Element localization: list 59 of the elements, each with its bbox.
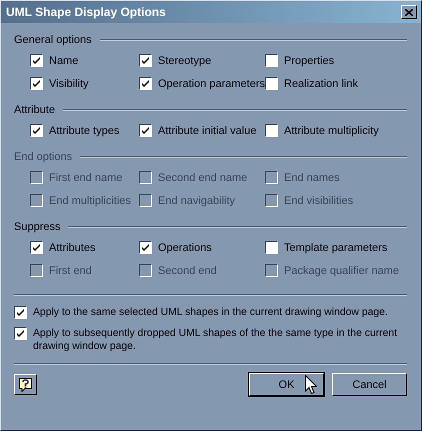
checkbox[interactable] — [139, 77, 152, 90]
checkbox[interactable] — [265, 54, 278, 67]
check-icon — [142, 80, 149, 87]
checkbox-label: Second end name — [158, 172, 248, 184]
section-title: Suppress — [14, 221, 60, 233]
check-icon — [142, 127, 149, 134]
checkbox[interactable] — [14, 306, 27, 319]
checkbox-label: Visibility — [49, 78, 89, 90]
checkbox-label: End navigability — [158, 194, 236, 206]
checkbox-label: End visibilities — [284, 194, 354, 206]
checkbox-label: Attribute initial value — [158, 124, 256, 136]
checkbox[interactable] — [139, 54, 152, 67]
checkbox[interactable] — [30, 241, 43, 254]
help-button[interactable] — [14, 374, 37, 395]
section-title: General options — [14, 34, 92, 46]
close-button[interactable] — [401, 5, 417, 19]
mouse-pointer-icon — [305, 375, 317, 394]
checkbox-label: Operations — [158, 242, 212, 254]
checkbox[interactable] — [14, 327, 27, 340]
checkbox-label: Attribute multiplicity — [284, 124, 379, 136]
section-title: Attribute — [14, 104, 55, 116]
check-icon — [17, 309, 24, 316]
check-icon — [142, 244, 149, 251]
checkbox-label: End multiplicities — [49, 194, 131, 206]
check-icon — [142, 57, 149, 64]
check-icon — [33, 80, 40, 87]
close-icon — [405, 8, 413, 16]
checkbox-label: Properties — [284, 54, 334, 66]
checkbox-label: Apply to subsequently dropped UML shapes of the the same type in the current drawing window page. — [33, 327, 398, 353]
checkbox-label: Apply to the same selected UML shapes in the current drawing window page. — [33, 306, 388, 319]
check-icon — [17, 330, 24, 337]
checkbox[interactable] — [30, 77, 43, 90]
checkbox[interactable] — [265, 124, 278, 137]
checkbox-label: Template parameters — [284, 242, 388, 254]
section-title: End options — [14, 151, 72, 163]
checkbox-label: Realization link — [284, 78, 358, 90]
checkbox-label: Attribute types — [49, 124, 120, 136]
checkbox-label: End names — [284, 172, 340, 184]
checkbox-label: Name — [49, 54, 78, 66]
checkbox[interactable] — [265, 241, 278, 254]
dialog-button[interactable]: OK — [249, 373, 324, 396]
checkbox-label: First end — [49, 264, 92, 276]
check-icon — [33, 127, 40, 134]
window-title: UML Shape Display Options — [6, 5, 166, 19]
checkbox[interactable] — [265, 77, 278, 90]
dialog-button[interactable]: Cancel — [332, 373, 407, 396]
checkbox-label: First end name — [49, 172, 122, 184]
checkbox-label: Second end — [158, 264, 217, 276]
check-icon — [33, 57, 40, 64]
checkbox-label: Package qualifier name — [284, 264, 399, 276]
checkbox[interactable] — [139, 124, 152, 137]
checkbox-label: Stereotype — [158, 54, 212, 66]
check-icon — [33, 244, 40, 251]
help-icon — [19, 378, 32, 392]
checkbox-label: Attributes — [49, 242, 96, 254]
checkbox-label: Operation parameters — [158, 78, 265, 90]
checkbox[interactable] — [30, 54, 43, 67]
checkbox[interactable] — [30, 124, 43, 137]
checkbox[interactable] — [139, 241, 152, 254]
